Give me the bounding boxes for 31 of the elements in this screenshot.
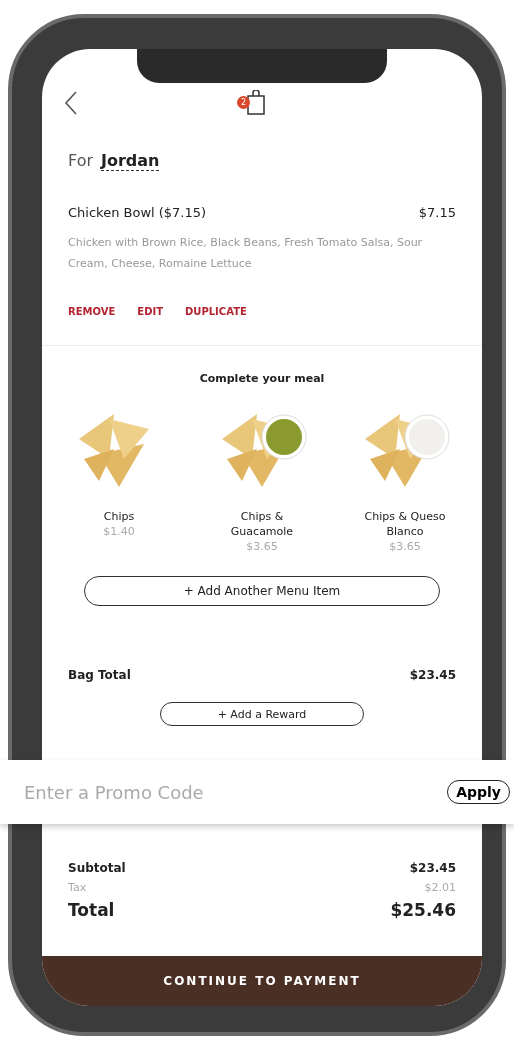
bag-total-value: $23.45 (409, 668, 456, 682)
summary-value: $23.45 (409, 861, 456, 875)
summary-label: Total (68, 900, 115, 920)
apply-button[interactable]: Apply (447, 780, 510, 804)
recipient-name[interactable]: Jordan (101, 151, 160, 171)
side-item-price: $3.65 (246, 539, 278, 554)
item-name: Chicken Bowl ($7.15) (68, 205, 207, 220)
recipient-label: For (68, 151, 93, 170)
item-description: Chicken with Brown Rice, Black Beans, Fresh Tomato Salsa, Sour Cream, Cheese, Romaine Lettuce (68, 235, 424, 272)
side-item-name: Chips (102, 509, 136, 524)
summary-label: Tax (68, 881, 87, 894)
continue-to-payment-button[interactable]: CONTINUE TO PAYMENT (42, 956, 482, 1006)
bag-icon[interactable] (246, 90, 266, 116)
side-item-name: Chips & Guacamole (229, 509, 295, 539)
item-action-link[interactable]: EDIT (137, 306, 163, 317)
add-reward-button[interactable]: + Add a Reward (160, 702, 364, 726)
item-price: $7.15 (418, 205, 456, 220)
add-menu-item-button[interactable]: + Add Another Menu Item (84, 576, 440, 606)
section-title: Complete your meal (199, 372, 325, 385)
side-item-price: $1.40 (103, 524, 135, 539)
side-item-name: Chips & Queso Blanco (363, 509, 447, 539)
summary-value: $2.01 (424, 881, 456, 894)
cart-count-badge: 2 (237, 96, 250, 109)
item-action-link[interactable]: DUPLICATE (185, 306, 247, 317)
bag-total-label: Bag Total (68, 668, 131, 682)
summary-value: $25.46 (390, 900, 456, 920)
back-icon[interactable] (64, 91, 78, 115)
summary-label: Subtotal (68, 861, 126, 875)
promo-code-field[interactable]: Enter a Promo Code (22, 780, 326, 804)
item-action-link[interactable]: REMOVE (68, 306, 116, 317)
side-item-price: $3.65 (389, 539, 421, 554)
